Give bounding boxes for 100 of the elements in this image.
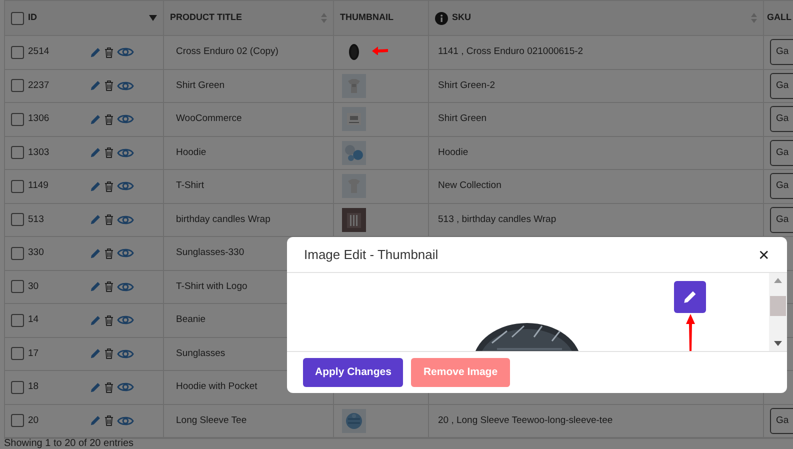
gallery-button[interactable]: Ga: [770, 206, 793, 233]
checkbox[interactable]: [11, 112, 24, 126]
eye-icon[interactable]: [117, 348, 134, 360]
edit-button[interactable]: [674, 281, 706, 313]
eye-icon[interactable]: [117, 247, 134, 260]
table-cell-text: 2237: [28, 78, 50, 93]
table-cell: Hoodie: [176, 146, 206, 160]
eye-icon[interactable]: [117, 180, 134, 192]
dropdown-caret-icon[interactable]: [149, 15, 157, 21]
checkbox[interactable]: [11, 280, 24, 294]
trash-icon[interactable]: [104, 248, 114, 259]
table-cell-text: 20: [28, 414, 40, 428]
pencil-icon[interactable]: [90, 348, 101, 360]
table-cell: Hoodie: [438, 146, 468, 160]
trash-icon[interactable]: [104, 281, 114, 292]
pencil-icon[interactable]: [90, 80, 101, 92]
gallery-button[interactable]: Ga: [770, 140, 793, 166]
trash-icon[interactable]: [104, 46, 114, 58]
trash-icon[interactable]: [104, 314, 114, 326]
apply-button[interactable]: Apply Changes: [303, 358, 404, 387]
pencil-icon[interactable]: [90, 281, 101, 292]
column-header[interactable]: SKU: [452, 11, 472, 25]
eye-icon[interactable]: [117, 113, 134, 126]
trash-icon[interactable]: [104, 147, 114, 158]
pencil-icon[interactable]: [90, 314, 101, 326]
table-cell: 20 , Long Sleeve Teewoo-long-sleeve-tee: [438, 414, 613, 428]
column-header[interactable]: ID: [28, 11, 37, 25]
checkbox[interactable]: [11, 380, 24, 394]
table-cell: New Collection: [438, 179, 502, 194]
gallery-button[interactable]: Ga: [770, 106, 793, 132]
table-cell-text: 1303: [28, 146, 50, 160]
scroll-thumb[interactable]: [770, 296, 786, 316]
table-cell: Hoodie with Pocket: [176, 380, 258, 394]
pencil-icon: [683, 290, 697, 304]
table-cell-text: 1306: [28, 112, 50, 126]
annotation-arrow: [372, 46, 388, 55]
pencil-icon[interactable]: [90, 248, 101, 259]
eye-icon[interactable]: [117, 80, 134, 92]
eye-icon[interactable]: [117, 414, 134, 427]
annotation-arrow: [686, 314, 695, 351]
pencil-icon[interactable]: [90, 415, 101, 426]
checkbox[interactable]: [11, 246, 24, 260]
table-cell: T-Shirt with Logo: [176, 280, 248, 294]
gallery-button[interactable]: Ga: [770, 173, 793, 200]
table-cell: Shirt Green: [176, 78, 225, 93]
trash-icon[interactable]: [104, 348, 114, 360]
trash-icon[interactable]: [104, 80, 114, 92]
pencil-icon[interactable]: [90, 114, 101, 125]
scroll-down-icon[interactable]: [774, 341, 782, 346]
table-cell: Shirt Green-2: [438, 78, 496, 93]
checkbox[interactable]: [11, 180, 24, 193]
table-cell-text: 330: [28, 246, 45, 260]
table-cell: 1141 , Cross Enduro 021000615-2: [438, 45, 584, 60]
checkbox[interactable]: [11, 12, 24, 24]
pencil-icon[interactable]: [90, 382, 101, 393]
column-header[interactable]: PRODUCT TITLE: [170, 11, 242, 25]
gallery-button[interactable]: Ga: [770, 72, 793, 99]
scroll-up-icon[interactable]: [774, 278, 782, 283]
close-button[interactable]: ✕: [758, 248, 770, 262]
checkbox[interactable]: [11, 213, 24, 226]
trash-icon[interactable]: [104, 214, 114, 226]
table-cell: birthday candles Wrap: [176, 212, 270, 227]
entries-info: Showing 1 to 20 of 20 entries: [4, 438, 134, 449]
column-header[interactable]: GALL: [767, 11, 792, 25]
info-icon[interactable]: [435, 12, 448, 24]
trash-icon[interactable]: [104, 114, 114, 125]
table-cell: Sunglasses: [176, 346, 226, 361]
trash-icon[interactable]: [104, 415, 114, 426]
table-cell: Cross Enduro 02 (Copy): [176, 45, 278, 60]
checkbox[interactable]: [11, 314, 24, 327]
pencil-icon[interactable]: [90, 180, 101, 192]
eye-icon[interactable]: [117, 280, 134, 293]
pencil-icon[interactable]: [90, 147, 101, 158]
eye-icon[interactable]: [117, 214, 134, 226]
eye-icon[interactable]: [117, 146, 134, 159]
checkbox[interactable]: [11, 79, 24, 92]
eye-icon[interactable]: [117, 46, 134, 58]
gallery-button[interactable]: Ga: [770, 408, 793, 434]
scrollbar[interactable]: [769, 273, 787, 351]
table-cell-text: 18: [28, 380, 40, 394]
pencil-icon[interactable]: [90, 214, 101, 226]
checkbox[interactable]: [11, 146, 24, 160]
table-cell: Sunglasses-330: [176, 246, 244, 260]
table-cell: Shirt Green: [438, 112, 487, 126]
checkbox[interactable]: [11, 46, 24, 59]
gallery-button[interactable]: Ga: [770, 39, 793, 66]
column-header[interactable]: THUMBNAIL: [340, 11, 394, 25]
trash-icon[interactable]: [104, 382, 114, 393]
table-cell: Long Sleeve Tee: [176, 414, 247, 428]
trash-icon[interactable]: [104, 180, 114, 192]
checkbox[interactable]: [11, 347, 24, 360]
table-cell-text: 17: [28, 346, 40, 361]
eye-icon[interactable]: [117, 381, 134, 394]
eye-icon[interactable]: [117, 314, 134, 326]
table-cell-text: 513: [28, 212, 45, 227]
remove-button[interactable]: Remove Image: [411, 358, 510, 387]
pencil-icon[interactable]: [90, 46, 101, 58]
table-cell-text: 2514: [28, 45, 50, 60]
checkbox[interactable]: [11, 414, 24, 428]
table-cell: 513 , birthday candles Wrap: [438, 212, 556, 227]
